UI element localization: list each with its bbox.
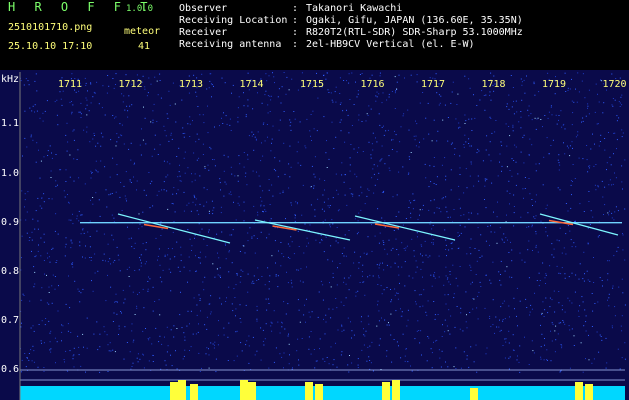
spectrogram-background (0, 70, 629, 400)
location-label: Receiving Location (179, 15, 288, 26)
receiver-colon: : (292, 27, 299, 38)
y-tick-label: 0.9 (1, 216, 20, 228)
amplitude-bar (190, 384, 198, 400)
amplitude-bar (585, 384, 593, 400)
amplitude-bar (575, 382, 583, 400)
x-tick-label: 1718 (481, 79, 506, 90)
location-colon: : (292, 15, 299, 26)
observer-label: Observer (179, 3, 228, 14)
amplitude-bar (470, 388, 478, 400)
y-tick-label: 0.8 (1, 265, 20, 277)
header-panel: H R O F F T 1.0.0 2510101710.png meteor … (0, 0, 629, 70)
amplitude-bar (315, 384, 323, 400)
app-version: 1.0.0 (126, 4, 154, 14)
x-tick-label: 1719 (542, 79, 567, 90)
meteor-count: 41 (138, 41, 151, 52)
amplitude-bar (305, 382, 313, 400)
antenna-colon: : (292, 39, 299, 50)
location-value: Ogaki, Gifu, JAPAN (136.60E, 35.35N) (306, 15, 523, 26)
y-tick-label: 0.7 (1, 315, 20, 327)
meteor-label: meteor (124, 26, 161, 37)
x-tick-label: 1713 (179, 79, 204, 90)
file-name: 2510101710.png (8, 22, 93, 33)
observer-value: Takanori Kawachi (306, 3, 403, 14)
amplitude-bar (392, 380, 400, 400)
y-tick-label: 1.1 (1, 118, 20, 130)
timestamp: 25.10.10 17:10 (8, 41, 93, 52)
observer-colon: : (292, 3, 299, 14)
hrofft-window: H R O F F T 1.0.0 2510101710.png meteor … (0, 0, 629, 400)
receiver-label: Receiver (179, 27, 228, 38)
amplitude-bar (240, 380, 248, 400)
antenna-label: Receiving antenna (179, 39, 282, 50)
amplitude-bar (248, 382, 256, 400)
y-axis-label: kHz (1, 74, 20, 85)
y-tick-label: 1.0 (1, 167, 20, 179)
x-tick-label: 1716 (360, 79, 385, 90)
receiver-value: R820T2(RTL-SDR) SDR-Sharp 53.1000MHz (306, 27, 523, 38)
y-tick-label: 0.6 (1, 364, 20, 376)
spectrogram (0, 70, 629, 400)
amplitude-bar (382, 382, 390, 400)
x-tick-label: 1714 (239, 79, 264, 90)
x-tick-label: 1711 (58, 79, 83, 90)
x-tick-label: 1720 (602, 79, 627, 90)
antenna-value: 2el-HB9CV Vertical (el. E-W) (306, 39, 475, 50)
x-tick-label: 1717 (421, 79, 446, 90)
x-tick-label: 1712 (118, 79, 143, 90)
amplitude-bar (170, 382, 178, 400)
x-tick-label: 1715 (300, 79, 325, 90)
amplitude-bar (178, 380, 186, 400)
